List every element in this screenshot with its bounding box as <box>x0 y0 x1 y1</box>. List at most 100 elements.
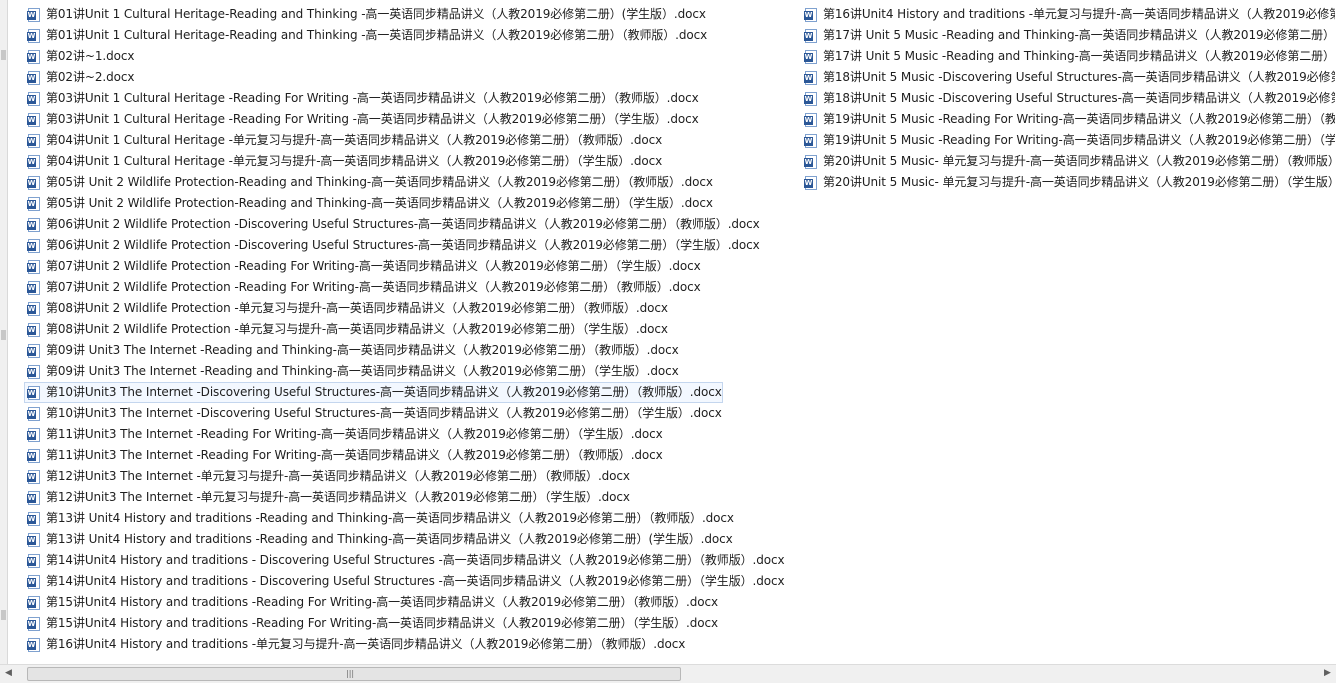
word-document-icon: W <box>27 427 41 442</box>
word-document-icon: W <box>804 28 818 43</box>
file-name: 第16讲Unit4 History and traditions -单元复习与提… <box>823 7 1335 21</box>
file-list-item[interactable]: W 第17讲 Unit 5 Music -Reading and Thinking… <box>801 46 1336 67</box>
file-list-item[interactable]: W 第05讲 Unit 2 Wildlife Protection-Reading… <box>24 193 799 214</box>
file-list-item[interactable]: W 第03讲Unit 1 Cultural Heritage -Reading F… <box>24 109 799 130</box>
file-list-item[interactable]: W 第05讲 Unit 2 Wildlife Protection-Reading… <box>24 172 799 193</box>
file-list-item[interactable]: W 第18讲Unit 5 Music -Discovering Useful St… <box>801 88 1336 109</box>
file-list-item[interactable]: W 第20讲Unit 5 Music- 单元复习与提升-高一英语同步精品讲义（人教… <box>801 172 1336 193</box>
horizontal-scrollbar[interactable]: ◀ ||| ▶ <box>0 664 1336 683</box>
word-document-icon: W <box>804 175 818 190</box>
file-list-item[interactable]: W 第01讲Unit 1 Cultural Heritage-Reading an… <box>24 4 799 25</box>
file-list-item[interactable]: W 第02讲~1.docx <box>24 46 799 67</box>
file-name: 第15讲Unit4 History and traditions -Readin… <box>46 616 718 630</box>
file-list-item[interactable]: W 第10讲Unit3 The Internet -Discovering Use… <box>24 403 799 424</box>
word-document-icon: W <box>27 637 41 652</box>
file-name: 第03讲Unit 1 Cultural Heritage -Reading Fo… <box>46 112 699 126</box>
file-list-item[interactable]: W 第15讲Unit4 History and traditions -Readi… <box>24 613 799 634</box>
word-document-icon: W <box>804 154 818 169</box>
file-list-item[interactable]: W 第19讲Unit 5 Music -Reading For Writing-高… <box>801 109 1336 130</box>
file-name: 第01讲Unit 1 Cultural Heritage-Reading and… <box>46 7 706 21</box>
word-document-icon: W <box>27 259 41 274</box>
file-name: 第17讲 Unit 5 Music -Reading and Thinking-… <box>823 49 1335 63</box>
file-list-item[interactable]: W 第10讲Unit3 The Internet -Discovering Use… <box>24 382 723 403</box>
file-list-item[interactable]: W 第15讲Unit4 History and traditions -Readi… <box>24 592 799 613</box>
file-list-item[interactable]: W 第20讲Unit 5 Music- 单元复习与提升-高一英语同步精品讲义（人教… <box>801 151 1336 172</box>
file-list-item[interactable]: W 第16讲Unit4 History and traditions -单元复习与… <box>801 4 1336 25</box>
file-name: 第05讲 Unit 2 Wildlife Protection-Reading … <box>46 196 713 210</box>
file-list-item[interactable]: W 第13讲 Unit4 History and traditions -Read… <box>24 529 799 550</box>
file-list-item[interactable]: W 第04讲Unit 1 Cultural Heritage -单元复习与提升-高… <box>24 130 799 151</box>
file-name: 第12讲Unit3 The Internet -单元复习与提升-高一英语同步精品… <box>46 490 630 504</box>
file-list-item[interactable]: W 第06讲Unit 2 Wildlife Protection -Discove… <box>24 214 799 235</box>
file-list-item[interactable]: W 第07讲Unit 2 Wildlife Protection -Reading… <box>24 277 799 298</box>
file-list-item[interactable]: W 第01讲Unit 1 Cultural Heritage-Reading an… <box>24 25 799 46</box>
word-document-icon: W <box>804 112 818 127</box>
file-list-item[interactable]: W 第11讲Unit3 The Internet -Reading For Wri… <box>24 445 799 466</box>
file-name: 第19讲Unit 5 Music -Reading For Writing-高一… <box>823 112 1336 126</box>
file-list-item[interactable]: W 第07讲Unit 2 Wildlife Protection -Reading… <box>24 256 799 277</box>
file-name: 第03讲Unit 1 Cultural Heritage -Reading Fo… <box>46 91 699 105</box>
word-document-icon: W <box>27 532 41 547</box>
file-list-item[interactable]: W 第12讲Unit3 The Internet -单元复习与提升-高一英语同步精… <box>24 487 799 508</box>
scroll-right-arrow-icon[interactable]: ▶ <box>1319 665 1336 682</box>
file-name: 第18讲Unit 5 Music -Discovering Useful Str… <box>823 70 1335 84</box>
file-list-item[interactable]: W 第14讲Unit4 History and traditions - Disc… <box>24 550 799 571</box>
file-name: 第10讲Unit3 The Internet -Discovering Usef… <box>46 385 722 399</box>
file-name: 第01讲Unit 1 Cultural Heritage-Reading and… <box>46 28 708 42</box>
pane-scroll-marker <box>1 50 6 60</box>
file-name: 第09讲 Unit3 The Internet -Reading and Thi… <box>46 343 679 357</box>
scrollbar-thumb[interactable]: ||| <box>27 667 681 681</box>
file-list-item[interactable]: W 第09讲 Unit3 The Internet -Reading and Th… <box>24 361 799 382</box>
word-document-icon: W <box>27 217 41 232</box>
word-document-icon: W <box>804 133 818 148</box>
file-list-column-2: W 第16讲Unit4 History and traditions -单元复习与… <box>801 4 1336 193</box>
word-document-icon: W <box>27 175 41 190</box>
file-list-item[interactable]: W 第09讲 Unit3 The Internet -Reading and Th… <box>24 340 799 361</box>
word-document-icon: W <box>27 301 41 316</box>
file-list-item[interactable]: W 第17讲 Unit 5 Music -Reading and Thinking… <box>801 25 1336 46</box>
file-list-item[interactable]: W 第18讲Unit 5 Music -Discovering Useful St… <box>801 67 1336 88</box>
word-document-icon: W <box>27 7 41 22</box>
file-name: 第20讲Unit 5 Music- 单元复习与提升-高一英语同步精品讲义（人教2… <box>823 154 1336 168</box>
pane-scroll-marker <box>1 330 6 340</box>
file-name: 第06讲Unit 2 Wildlife Protection -Discover… <box>46 238 760 252</box>
file-name: 第06讲Unit 2 Wildlife Protection -Discover… <box>46 217 760 231</box>
file-name: 第07讲Unit 2 Wildlife Protection -Reading … <box>46 259 701 273</box>
navigation-pane-edge[interactable] <box>0 0 8 664</box>
file-list-item[interactable]: W 第11讲Unit3 The Internet -Reading For Wri… <box>24 424 799 445</box>
file-list-item[interactable]: W 第06讲Unit 2 Wildlife Protection -Discove… <box>24 235 799 256</box>
word-document-icon: W <box>27 364 41 379</box>
scroll-left-arrow-icon[interactable]: ◀ <box>0 665 17 682</box>
word-document-icon: W <box>27 133 41 148</box>
file-name: 第04讲Unit 1 Cultural Heritage -单元复习与提升-高一… <box>46 154 663 168</box>
word-document-icon: W <box>27 70 41 85</box>
file-list-item[interactable]: W 第08讲Unit 2 Wildlife Protection -单元复习与提升… <box>24 298 799 319</box>
word-document-icon: W <box>27 406 41 421</box>
file-list-item[interactable]: W 第13讲 Unit4 History and traditions -Read… <box>24 508 799 529</box>
word-document-icon: W <box>27 238 41 253</box>
word-document-icon: W <box>27 91 41 106</box>
file-list-item[interactable]: W 第14讲Unit4 History and traditions - Disc… <box>24 571 799 592</box>
word-document-icon: W <box>27 595 41 610</box>
word-document-icon: W <box>804 49 818 64</box>
file-name: 第13讲 Unit4 History and traditions -Readi… <box>46 532 733 546</box>
file-name: 第13讲 Unit4 History and traditions -Readi… <box>46 511 734 525</box>
file-list-item[interactable]: W 第12讲Unit3 The Internet -单元复习与提升-高一英语同步精… <box>24 466 799 487</box>
word-document-icon: W <box>27 490 41 505</box>
file-name: 第02讲~1.docx <box>46 49 135 63</box>
file-list-item[interactable]: W 第08讲Unit 2 Wildlife Protection -单元复习与提升… <box>24 319 799 340</box>
file-list-item[interactable]: W 第19讲Unit 5 Music -Reading For Writing-高… <box>801 130 1336 151</box>
file-name: 第04讲Unit 1 Cultural Heritage -单元复习与提升-高一… <box>46 133 663 147</box>
file-list-item[interactable]: W 第04讲Unit 1 Cultural Heritage -单元复习与提升-高… <box>24 151 799 172</box>
file-list-item[interactable]: W 第03讲Unit 1 Cultural Heritage -Reading F… <box>24 88 799 109</box>
file-name: 第08讲Unit 2 Wildlife Protection -单元复习与提升-… <box>46 301 668 315</box>
file-name: 第12讲Unit3 The Internet -单元复习与提升-高一英语同步精品… <box>46 469 630 483</box>
file-name: 第07讲Unit 2 Wildlife Protection -Reading … <box>46 280 701 294</box>
file-list-column-1: W 第01讲Unit 1 Cultural Heritage-Reading an… <box>24 4 799 655</box>
file-list-item[interactable]: W 第02讲~2.docx <box>24 67 799 88</box>
file-list-item[interactable]: W 第16讲Unit4 History and traditions -单元复习与… <box>24 634 799 655</box>
word-document-icon: W <box>27 112 41 127</box>
file-name: 第19讲Unit 5 Music -Reading For Writing-高一… <box>823 133 1336 147</box>
file-name: 第05讲 Unit 2 Wildlife Protection-Reading … <box>46 175 713 189</box>
word-document-icon: W <box>27 322 41 337</box>
